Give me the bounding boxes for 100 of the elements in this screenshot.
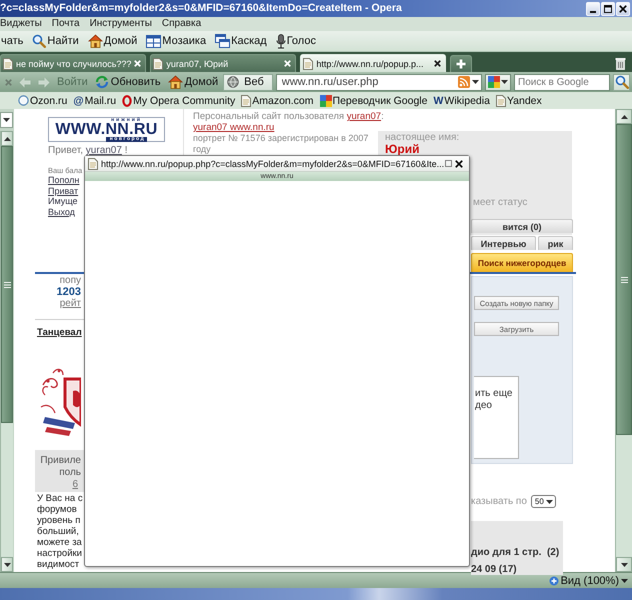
- address-field[interactable]: www.nn.ru/user.php: [276, 74, 482, 90]
- trash-button[interactable]: [615, 57, 626, 70]
- microphone-icon: [276, 34, 286, 48]
- scroll-down-button[interactable]: [616, 557, 632, 572]
- close-icon: [455, 160, 463, 168]
- bookmark-link[interactable]: WWikipedia: [433, 93, 490, 108]
- bookmark-link[interactable]: @Mail.ru: [73, 93, 116, 108]
- page-icon: [241, 94, 252, 106]
- album-link[interactable]: дио для 1 стр. (2): [471, 547, 563, 558]
- note-box: ить еще део: [474, 376, 519, 459]
- toolbar-button[interactable]: Каскад: [214, 32, 268, 50]
- home-button[interactable]: Домой: [166, 73, 220, 91]
- popup-title: http://www.nn.ru/popup.php?c=classMyFolder&m=myfolder2&s=0&MFID=67160&Ite...: [101, 158, 442, 168]
- scrollbar-thumb[interactable]: [1, 146, 13, 423]
- caret-icon: [3, 118, 10, 122]
- bookmark-link[interactable]: Ozon.ru: [18, 93, 68, 108]
- close-icon: [5, 78, 12, 86]
- zoom-button[interactable]: Вид (100%): [548, 574, 628, 586]
- profile-tab[interactable]: Интервью: [471, 236, 536, 250]
- section-title-link[interactable]: Танцевал: [37, 327, 82, 338]
- google-icon: [488, 76, 500, 88]
- new-tab-button[interactable]: [450, 55, 472, 72]
- toolbar-button[interactable]: Голос: [274, 32, 317, 50]
- user-link[interactable]: yuran07: [86, 145, 122, 156]
- arrow-left-icon: [19, 76, 31, 88]
- google-icon: [320, 94, 332, 106]
- maximize-icon: [604, 4, 612, 12]
- privilege-link[interactable]: 6: [72, 479, 78, 490]
- search-button[interactable]: [613, 74, 630, 90]
- popup-maximize-button[interactable]: [445, 160, 452, 167]
- site-link[interactable]: yuran07 www.nn.ru: [193, 122, 274, 133]
- caret-icon: [546, 500, 553, 504]
- close-icon[interactable]: [434, 60, 442, 67]
- grid-icon: [146, 34, 162, 48]
- circle-icon: [18, 95, 29, 106]
- scroll-up-button[interactable]: [616, 109, 632, 124]
- profile-tab[interactable]: рик: [538, 236, 573, 250]
- minimize-button[interactable]: [586, 2, 600, 16]
- page-icon: [153, 58, 164, 70]
- profile-tab[interactable]: вится (0): [471, 219, 573, 233]
- arrow-up-icon: [4, 136, 10, 140]
- browser-tab[interactable]: не пойму что случилось???: [0, 54, 146, 72]
- search-icon: [32, 34, 46, 48]
- search-field[interactable]: Поиск в Google: [514, 74, 610, 90]
- browser-tab[interactable]: yuran07, Юрий: [150, 54, 296, 72]
- reload-button[interactable]: Обновить: [92, 73, 163, 91]
- bookmark-link[interactable]: Amazon.com: [241, 93, 314, 108]
- address-input[interactable]: www.nn.ru/user.php: [282, 74, 456, 90]
- logo-text: WWW.NN.RU: [55, 123, 158, 137]
- portrait-text: портрет № 71576 зарегистрирован в 2007 году: [193, 133, 368, 155]
- menu-item[interactable]: Инструменты: [90, 17, 152, 31]
- windows-icon: [215, 34, 230, 48]
- browser-tab[interactable]: http://www.nn.ru/popup.p...: [300, 54, 446, 72]
- account-link[interactable]: Пополн: [48, 175, 80, 186]
- real-name-value: Юрий: [385, 143, 420, 155]
- house-icon: [168, 75, 183, 89]
- maximize-icon: [445, 160, 452, 167]
- reload-icon: [94, 75, 109, 89]
- toolbar-button[interactable]: Найти: [31, 32, 80, 50]
- search-engine-button[interactable]: [485, 74, 511, 90]
- menu-item[interactable]: Виджеты: [0, 17, 42, 31]
- bookmark-link[interactable]: Переводчик Google: [320, 93, 428, 108]
- site-title-text: Персональный сайт пользователя yuran07:: [193, 111, 384, 122]
- scroll-down-button[interactable]: [1, 557, 13, 572]
- page-icon: [303, 58, 314, 70]
- minimize-icon: [590, 10, 596, 12]
- privilege-text: Привиле поль: [40, 455, 82, 479]
- toolbar-button[interactable]: Мозаика: [145, 32, 208, 50]
- bookmark-link[interactable]: My Opera Community: [122, 93, 236, 108]
- greeting-text: Привет, yuran07 !: [48, 145, 128, 156]
- scroll-up-button[interactable]: [1, 131, 13, 146]
- search-people-tab[interactable]: Поиск нижегородцев: [471, 253, 573, 272]
- album-link[interactable]: 24 09 (17): [471, 564, 563, 575]
- menu-item[interactable]: Почта: [52, 17, 80, 31]
- page-icon: [3, 58, 13, 70]
- bookmark-link[interactable]: Yandex: [496, 93, 542, 108]
- popup-close-button[interactable]: [455, 160, 463, 168]
- search-icon: [614, 75, 628, 89]
- toolbar-button[interactable]: Домой: [86, 32, 138, 50]
- account-text: Имуще: [48, 196, 78, 206]
- close-button[interactable]: [616, 2, 630, 16]
- rating-link[interactable]: рейт: [60, 298, 81, 309]
- popularity-value: 1203: [56, 286, 82, 298]
- account-link[interactable]: Приват: [48, 186, 78, 196]
- grip-icon: [4, 282, 10, 288]
- arrow-right-icon: [38, 76, 50, 88]
- maximize-button[interactable]: [601, 2, 615, 16]
- panel-dropdown[interactable]: [0, 112, 13, 128]
- menu-item[interactable]: Справка: [162, 17, 202, 31]
- scrollbar[interactable]: [615, 109, 632, 572]
- plus-circle-icon: [548, 576, 559, 586]
- account-link[interactable]: Выход: [48, 206, 75, 217]
- tab-label: yuran07, Юрий: [166, 58, 230, 68]
- popularity-label: попу: [60, 275, 82, 286]
- per-page-select[interactable]: 50: [530, 495, 556, 508]
- scrollbar-thumb[interactable]: [616, 124, 632, 435]
- user-link[interactable]: yuran07: [346, 111, 382, 122]
- toolbar-button[interactable]: чать: [0, 32, 24, 50]
- caret-icon[interactable]: [472, 80, 479, 84]
- web-button[interactable]: Веб: [223, 74, 273, 90]
